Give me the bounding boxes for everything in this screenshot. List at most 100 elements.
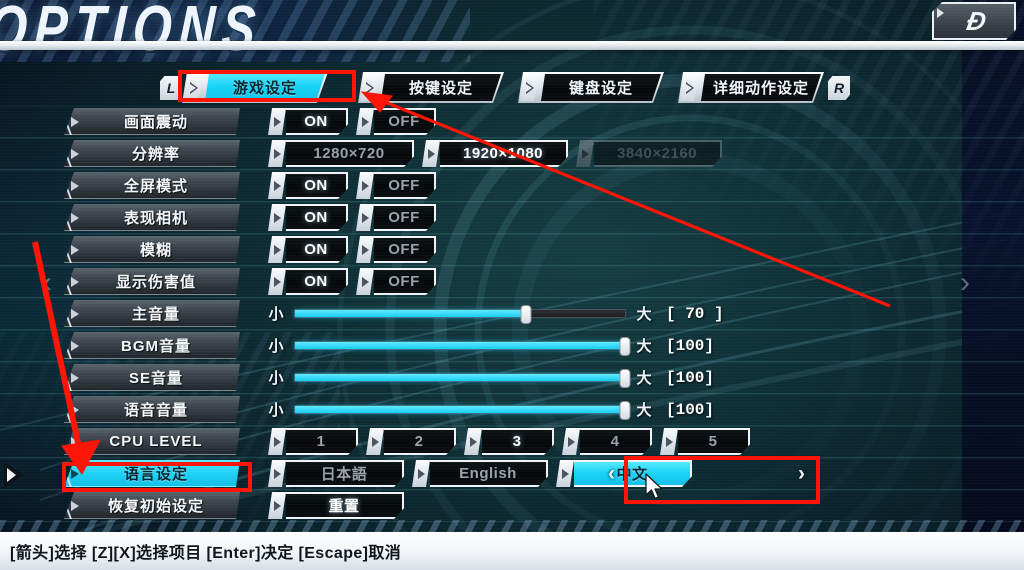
- reset-button[interactable]: 重置: [268, 492, 404, 519]
- slider-value: [100]: [666, 368, 715, 387]
- setting-label-plate[interactable]: 画面震动: [64, 108, 240, 135]
- setting-label-plate[interactable]: CPU LEVEL: [64, 428, 240, 455]
- option-label: ON: [286, 236, 348, 263]
- setting-label-plate[interactable]: 主音量: [64, 300, 240, 327]
- setting-row-show-damage: 显示伤害值 ON OFF: [0, 266, 1024, 298]
- option-chip[interactable]: OFF: [356, 236, 436, 263]
- chevron-right-icon: [680, 74, 699, 101]
- chevron-right-icon: [562, 428, 580, 455]
- chevron-right-icon: [71, 341, 79, 351]
- tab-keyboard-settings[interactable]: 键盘设定: [518, 72, 664, 103]
- option-chip[interactable]: ON: [268, 172, 348, 199]
- slider-knob[interactable]: [619, 337, 631, 356]
- slider-value: [100]: [666, 400, 715, 419]
- chevron-right-icon: [268, 204, 286, 231]
- chevron-right-icon: [268, 172, 286, 199]
- slider-group: 小 大 [100]: [268, 364, 714, 391]
- option-group: 1280×720 1920×1080 3840×2160: [268, 140, 730, 167]
- setting-row-voice-volume: 语音音量 小 大 [100]: [0, 394, 1024, 426]
- chevron-right-icon: [576, 140, 594, 167]
- setting-label-plate[interactable]: 语音音量: [64, 396, 240, 423]
- setting-label-plate[interactable]: 语言设定: [64, 460, 240, 487]
- chevron-right-icon: [366, 428, 384, 455]
- setting-label-plate[interactable]: 分辨率: [64, 140, 240, 167]
- setting-label: SE音量: [128, 369, 183, 387]
- slider-knob[interactable]: [619, 401, 631, 420]
- volume-slider[interactable]: [294, 369, 631, 388]
- help-bar: [箭头]选择 [Z][X]选择项目 [Enter]决定 [Escape]取消: [0, 532, 1024, 570]
- shoulder-button-l[interactable]: L: [160, 76, 182, 100]
- setting-label-plate[interactable]: 显示伤害值: [64, 268, 240, 295]
- page-next-chevron[interactable]: ›: [960, 268, 970, 298]
- tab-game-settings[interactable]: 游戏设定: [182, 72, 328, 103]
- volume-slider[interactable]: [294, 401, 631, 420]
- option-chip[interactable]: 2: [366, 428, 456, 455]
- volume-slider[interactable]: [294, 337, 631, 356]
- setting-label: BGM音量: [121, 337, 191, 355]
- setting-label-plate[interactable]: BGM音量: [64, 332, 240, 359]
- option-label: 1920×1080: [440, 140, 568, 167]
- option-label: 中文: [574, 460, 692, 487]
- option-chip[interactable]: OFF: [356, 108, 436, 135]
- setting-label: 分辨率: [131, 145, 180, 163]
- tab-detailed-action-settings[interactable]: 详细动作设定: [678, 72, 824, 103]
- option-chip[interactable]: 中文: [556, 460, 692, 487]
- volume-slider[interactable]: [294, 305, 626, 324]
- triangle-icon: [937, 8, 944, 18]
- setting-label-plate[interactable]: 恢复初始设定: [64, 492, 240, 519]
- tab-bar: L R 游戏设定 按键设定 键盘设定 详细动作设定: [0, 70, 1024, 104]
- option-chip[interactable]: 4: [562, 428, 652, 455]
- setting-row-reset-defaults: 恢复初始设定 重置: [0, 490, 1024, 522]
- chevron-right-icon: [268, 236, 286, 263]
- chevron-right-icon: [520, 74, 539, 101]
- chevron-right-icon: [268, 268, 286, 295]
- setting-row-master-volume: 主音量 小 大 [ 70 ]: [0, 298, 1024, 330]
- slider-max-label: 大: [636, 338, 652, 355]
- chevron-right-icon: [268, 108, 286, 135]
- option-label: 日本語: [286, 460, 404, 487]
- setting-label-plate[interactable]: 全屏模式: [64, 172, 240, 199]
- option-chip[interactable]: 3: [464, 428, 554, 455]
- option-chip[interactable]: OFF: [356, 204, 436, 231]
- page-prev-chevron[interactable]: ‹: [42, 268, 52, 298]
- option-chip[interactable]: 1920×1080: [422, 140, 568, 167]
- tab-button-settings[interactable]: 按键设定: [358, 72, 504, 103]
- option-group: ON OFF: [268, 108, 444, 135]
- chevron-right-icon: [71, 309, 79, 319]
- option-chip[interactable]: OFF: [356, 268, 436, 295]
- option-chip[interactable]: English: [412, 460, 548, 487]
- option-chip[interactable]: 1: [268, 428, 358, 455]
- setting-label: CPU LEVEL: [109, 432, 203, 450]
- option-label: OFF: [374, 108, 436, 135]
- chevron-right-icon: [356, 108, 374, 135]
- language-next-chevron[interactable]: ›: [798, 463, 805, 484]
- chevron-right-icon: [71, 501, 79, 511]
- shoulder-button-r[interactable]: R: [828, 76, 850, 100]
- option-chip[interactable]: ON: [268, 268, 348, 295]
- setting-label-plate[interactable]: 模糊: [64, 236, 240, 263]
- slider-min-label: 小: [268, 370, 284, 387]
- chevron-right-icon: [268, 428, 286, 455]
- chevron-right-icon: [71, 469, 79, 479]
- chevron-right-icon: [71, 373, 79, 383]
- option-label: 4: [580, 428, 652, 455]
- setting-label-plate[interactable]: 表现相机: [64, 204, 240, 231]
- option-chip[interactable]: OFF: [356, 172, 436, 199]
- option-label: ON: [286, 172, 348, 199]
- option-chip[interactable]: 1280×720: [268, 140, 414, 167]
- option-chip[interactable]: 日本語: [268, 460, 404, 487]
- slider-knob[interactable]: [619, 369, 631, 388]
- option-chip[interactable]: ON: [268, 204, 348, 231]
- option-label: 3840×2160: [594, 140, 722, 167]
- slider-max-label: 大: [636, 370, 652, 387]
- slider-knob[interactable]: [520, 305, 532, 324]
- option-group: ON OFF: [268, 236, 444, 263]
- option-label: 1: [286, 428, 358, 455]
- chevron-right-icon: [71, 213, 79, 223]
- option-label: 重置: [286, 492, 404, 519]
- option-chip[interactable]: ON: [268, 108, 348, 135]
- option-chip[interactable]: ON: [268, 236, 348, 263]
- option-chip[interactable]: 5: [660, 428, 750, 455]
- setting-label-plate[interactable]: SE音量: [64, 364, 240, 391]
- language-prev-chevron[interactable]: ‹: [608, 463, 615, 484]
